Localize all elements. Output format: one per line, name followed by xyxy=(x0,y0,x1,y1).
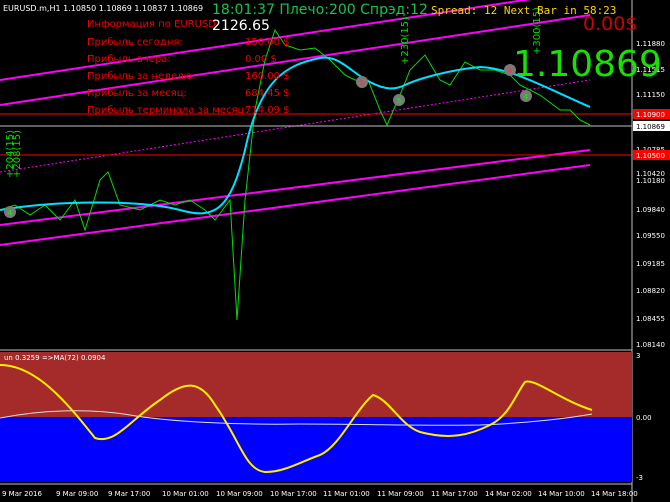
time-label: 11 Mar 09:00 xyxy=(377,490,424,498)
price-tick: 1.09840 xyxy=(636,206,665,214)
svg-text:5: 5 xyxy=(397,97,401,105)
time-label: 11 Mar 17:00 xyxy=(431,490,478,498)
oscillator-negative-area xyxy=(0,417,632,482)
time-label: 14 Mar 02:00 xyxy=(485,490,532,498)
svg-text:4: 4 xyxy=(524,93,529,101)
price-tick: 1.11150 xyxy=(636,91,665,99)
time-label: 10 Mar 09:00 xyxy=(216,490,263,498)
time-label: 14 Mar 18:00 xyxy=(591,490,638,498)
symbol-ohlc-label: EURUSD.m,H1 1.10850 1.10869 1.10837 1.10… xyxy=(3,4,204,13)
oscillator-tick: -3 xyxy=(636,474,643,482)
info-row-label: Информация по EURUSD xyxy=(87,19,216,30)
price-marker-label: 1.10900 xyxy=(636,111,665,119)
info-row-label: Прибыль за месяц: xyxy=(87,88,187,99)
balance-value: 2126.65 xyxy=(212,18,270,34)
price-tick: 1.10180 xyxy=(636,177,665,185)
trade-label: +208(15) xyxy=(12,130,23,178)
info-row-value: 0.00 $ xyxy=(245,54,277,65)
position-marker: 4 xyxy=(520,90,532,102)
info-row-value: 150.00 $ xyxy=(245,37,290,48)
time-label: 9 Mar 17:00 xyxy=(108,490,150,498)
price-tick: 1.08820 xyxy=(636,287,665,295)
position-marker: 4 xyxy=(4,206,16,218)
price-tick: 1.08455 xyxy=(636,315,665,323)
oscillator-tick: 0.00 xyxy=(636,414,652,422)
info-row-value: 160.00 $ xyxy=(245,71,290,82)
trade-label: +230(15) xyxy=(400,17,411,65)
info-row-value: 684.45 $ xyxy=(245,88,290,99)
time-label: 10 Mar 01:00 xyxy=(162,490,209,498)
price-tick: 1.09550 xyxy=(636,232,665,240)
time-label: 10 Mar 17:00 xyxy=(270,490,317,498)
position-marker: 5 xyxy=(356,76,368,88)
time-label: 9 Mar 2016 xyxy=(2,490,42,498)
time-label: 11 Mar 01:00 xyxy=(323,490,370,498)
oscillator-label: un 0.3259 =>MA(72) 0.0904 xyxy=(4,354,106,362)
info-row-label: Прибыль сегодня: xyxy=(87,37,183,48)
info-row-value: 714.09 $ xyxy=(245,105,290,116)
svg-text:5: 5 xyxy=(360,79,364,87)
price-marker-label: 1.10869 xyxy=(636,123,665,131)
svg-text:4: 4 xyxy=(8,209,13,217)
profit-display: 0.00$ xyxy=(583,13,638,35)
info-row-label: Прибыль терминала за месяц: xyxy=(87,105,248,116)
info-row-label: Прибыль за неделю: xyxy=(87,71,196,82)
price-tick: 1.08140 xyxy=(636,341,665,349)
current-price-display: 1.10869 xyxy=(513,44,662,85)
oscillator-tick: 3 xyxy=(636,352,640,360)
price-tick: 1.09185 xyxy=(636,260,665,268)
position-marker: 5 xyxy=(393,94,405,106)
price-marker-label: 1.10500 xyxy=(636,152,665,160)
time-label: 9 Mar 09:00 xyxy=(56,490,98,498)
info-row-label: Прибыль вчера: xyxy=(87,54,171,65)
time-label: 14 Mar 10:00 xyxy=(538,490,585,498)
oscillator-panel: un 0.3259 =>MA(72) 0.0904 3 0.00 -3 xyxy=(0,349,652,482)
clock-leverage-spread: 18:01:37 Плечо:200 Спрэд:12 xyxy=(212,2,428,18)
